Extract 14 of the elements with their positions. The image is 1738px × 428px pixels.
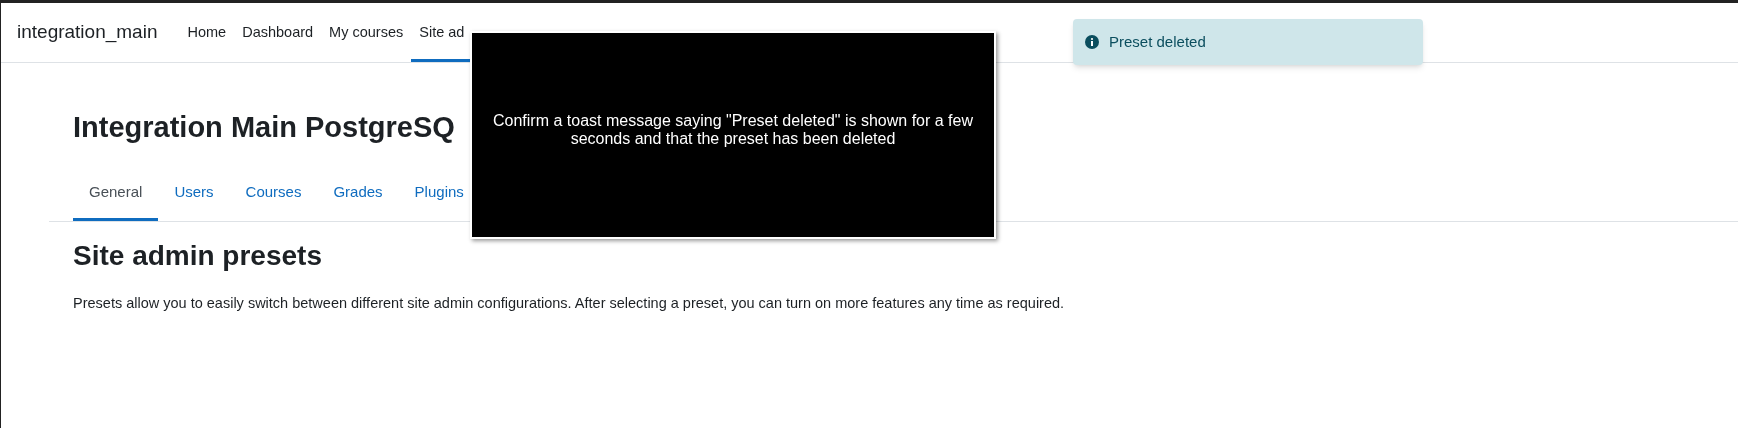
nav-link[interactable]: Home bbox=[179, 3, 235, 62]
instruction-text: Confirm a toast message saying "Preset deleted" is shown for a few seconds and that the preset has been deleted bbox=[492, 111, 974, 149]
info-icon bbox=[1085, 35, 1099, 49]
section-title: Site admin presets bbox=[73, 238, 323, 273]
tab[interactable]: Users bbox=[158, 167, 230, 221]
nav-link[interactable]: Dashboard bbox=[234, 3, 322, 62]
nav-link[interactable]: My courses bbox=[321, 3, 412, 62]
page-heading: Integration Main PostgreSQ bbox=[73, 110, 455, 145]
toast-message: Preset deleted bbox=[1109, 31, 1206, 52]
site-brand[interactable]: integration_main bbox=[17, 18, 158, 47]
tab[interactable]: Courses bbox=[229, 167, 318, 221]
tab[interactable]: Grades bbox=[317, 167, 399, 221]
description-text: Presets allow you to easily switch between different site admin configurations. After selecting a preset, you can turn on more features any time as required. bbox=[73, 293, 1066, 313]
tab[interactable]: General bbox=[73, 167, 159, 221]
